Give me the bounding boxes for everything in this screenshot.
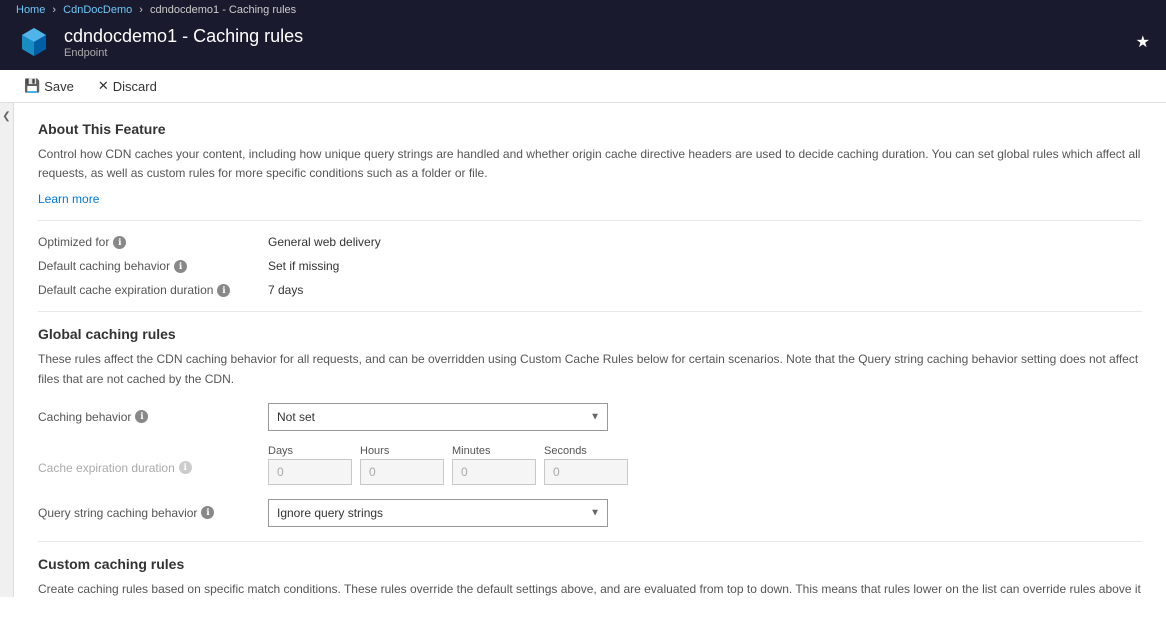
save-label: Save xyxy=(44,79,74,94)
app-logo xyxy=(16,24,52,60)
duration-hours-label: Hours xyxy=(360,445,444,457)
duration-seconds-field: Seconds xyxy=(544,445,628,485)
breadcrumb-sep1: › xyxy=(52,4,56,16)
global-caching-description: These rules affect the CDN caching behav… xyxy=(38,350,1142,388)
caching-behavior-select-wrapper: Not set Bypass cache Override Set if mis… xyxy=(268,403,608,431)
page-title: cdndocdemo1 - Caching rules xyxy=(64,26,303,47)
discard-button[interactable]: ✕ Discard xyxy=(94,76,161,96)
discard-label: Discard xyxy=(113,79,157,94)
info-row-default-caching: Default caching behavior ℹ Set if missin… xyxy=(38,259,1142,273)
custom-caching-section: Custom caching rules Create caching rule… xyxy=(38,556,1142,597)
toggle-icon: ❮ xyxy=(2,111,10,122)
caching-behavior-label: Caching behavior ℹ xyxy=(38,410,268,424)
about-description: Control how CDN caches your content, inc… xyxy=(38,145,1142,183)
duration-minutes-input[interactable] xyxy=(452,459,536,485)
divider-2 xyxy=(38,311,1142,312)
query-string-select-wrapper: Ignore query strings Bypass caching for … xyxy=(268,499,608,527)
info-label-default-caching: Default caching behavior ℹ xyxy=(38,259,268,273)
global-caching-section: Global caching rules These rules affect … xyxy=(38,326,1142,526)
caching-behavior-tooltip[interactable]: ℹ xyxy=(135,410,148,423)
breadcrumb-cdndocdemo[interactable]: CdnDocDemo xyxy=(63,4,132,16)
info-label-expiration: Default cache expiration duration ℹ xyxy=(38,283,268,297)
divider-3 xyxy=(38,541,1142,542)
info-rows: Optimized for ℹ General web delivery Def… xyxy=(38,235,1142,297)
duration-seconds-label: Seconds xyxy=(544,445,628,457)
caching-behavior-select[interactable]: Not set Bypass cache Override Set if mis… xyxy=(268,403,608,431)
header-titles: cdndocdemo1 - Caching rules Endpoint xyxy=(64,26,303,59)
discard-icon: ✕ xyxy=(98,78,109,94)
duration-minutes-label: Minutes xyxy=(452,445,536,457)
custom-caching-title: Custom caching rules xyxy=(38,556,1142,572)
duration-hours-field: Hours xyxy=(360,445,444,485)
learn-more-link[interactable]: Learn more xyxy=(38,192,99,206)
sidebar-toggle[interactable]: ❮ xyxy=(0,103,14,597)
query-string-row: Query string caching behavior ℹ Ignore q… xyxy=(38,499,1142,527)
duration-minutes-field: Minutes xyxy=(452,445,536,485)
info-tooltip-default-caching[interactable]: ℹ xyxy=(174,260,187,273)
divider-1 xyxy=(38,220,1142,221)
save-icon: 💾 xyxy=(24,78,40,94)
pin-button[interactable]: ★ xyxy=(1136,32,1150,52)
duration-days-input[interactable] xyxy=(268,459,352,485)
breadcrumb-home[interactable]: Home xyxy=(16,4,45,16)
breadcrumb-current: cdndocdemo1 - Caching rules xyxy=(150,4,296,16)
duration-fields: Days Hours Minutes Seconds xyxy=(268,445,628,485)
info-value-default-caching: Set if missing xyxy=(268,259,339,273)
duration-days-label: Days xyxy=(268,445,352,457)
breadcrumb-sep2: › xyxy=(139,4,143,16)
main-content: About This Feature Control how CDN cache… xyxy=(14,103,1166,597)
cache-expiration-tooltip[interactable]: ℹ xyxy=(179,461,192,474)
about-title: About This Feature xyxy=(38,121,1142,137)
cache-expiration-row: Cache expiration duration ℹ Days Hours M… xyxy=(38,445,1142,485)
query-string-tooltip[interactable]: ℹ xyxy=(201,506,214,519)
info-row-expiration: Default cache expiration duration ℹ 7 da… xyxy=(38,283,1142,297)
duration-seconds-input[interactable] xyxy=(544,459,628,485)
cache-expiration-label: Cache expiration duration ℹ xyxy=(38,445,268,475)
duration-hours-input[interactable] xyxy=(360,459,444,485)
query-string-label: Query string caching behavior ℹ xyxy=(38,506,268,520)
info-row-optimized: Optimized for ℹ General web delivery xyxy=(38,235,1142,249)
info-tooltip-optimized[interactable]: ℹ xyxy=(113,236,126,249)
info-tooltip-expiration[interactable]: ℹ xyxy=(217,284,230,297)
custom-caching-description: Create caching rules based on specific m… xyxy=(38,580,1142,597)
save-button[interactable]: 💾 Save xyxy=(20,76,78,96)
query-string-select[interactable]: Ignore query strings Bypass caching for … xyxy=(268,499,608,527)
page-subtitle: Endpoint xyxy=(64,47,303,59)
info-value-optimized: General web delivery xyxy=(268,235,381,249)
about-section: About This Feature Control how CDN cache… xyxy=(38,121,1142,206)
duration-days-field: Days xyxy=(268,445,352,485)
info-value-expiration: 7 days xyxy=(268,283,303,297)
info-label-optimized: Optimized for ℹ xyxy=(38,235,268,249)
caching-behavior-row: Caching behavior ℹ Not set Bypass cache … xyxy=(38,403,1142,431)
global-caching-title: Global caching rules xyxy=(38,326,1142,342)
